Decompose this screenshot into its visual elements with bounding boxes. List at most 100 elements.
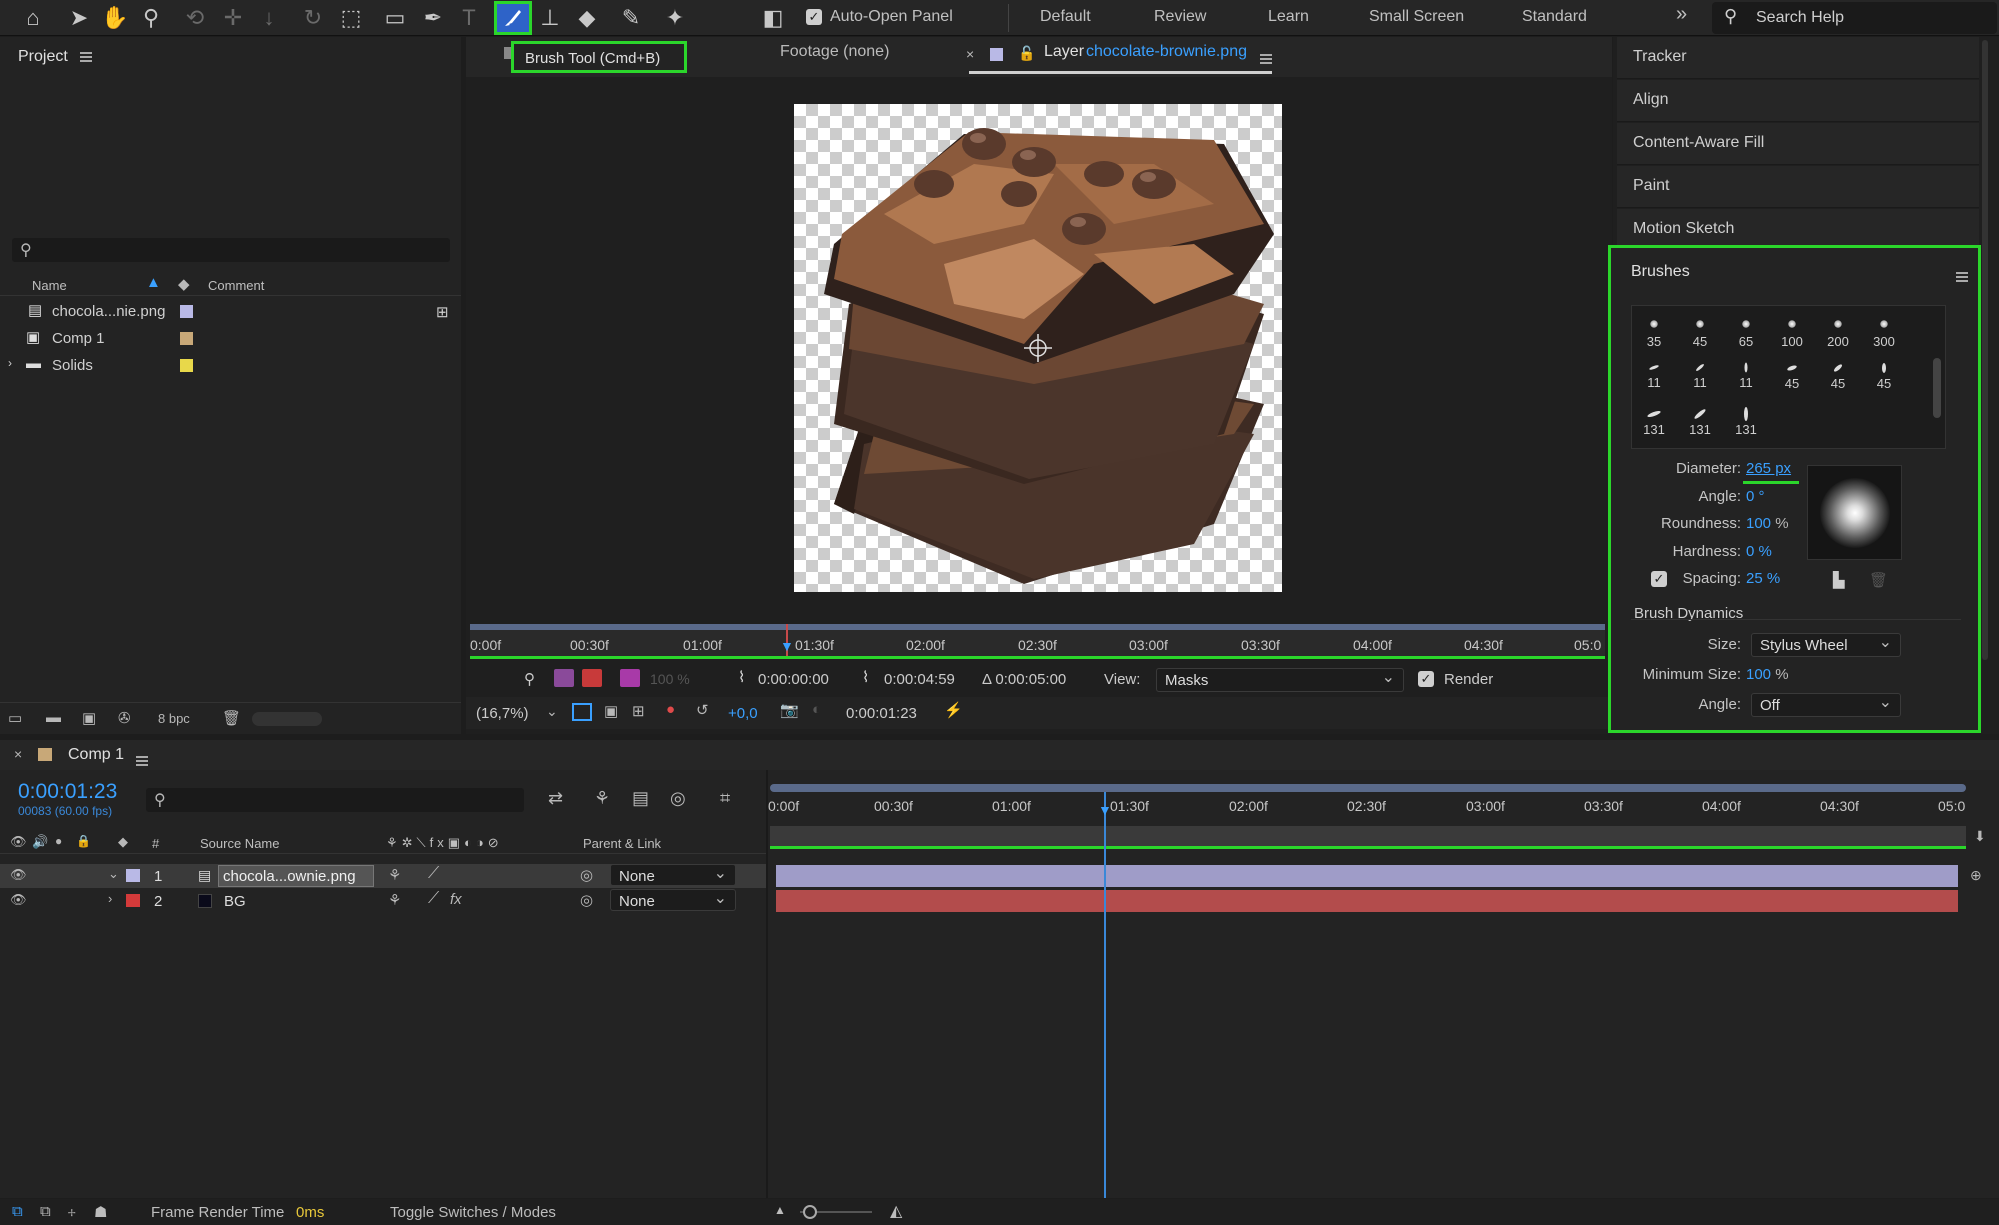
brush-tip[interactable]: 200 [1818,320,1858,349]
set-in-point-icon[interactable]: ⌇ [738,668,745,686]
layer-canvas[interactable] [794,104,1282,592]
timeline-current-time[interactable]: 0:00:01:23 [18,780,117,804]
brush-tool-icon[interactable] [494,1,532,35]
new-brush-icon[interactable]: ▙ [1833,571,1845,589]
paint-color-swatch[interactable] [620,669,640,687]
project-search-input[interactable]: ⚲ [12,238,450,262]
auto-open-panel-icon[interactable]: ◧ [758,3,788,33]
workspaces-overflow-icon[interactable]: » [1676,3,1687,26]
video-visibility-icon[interactable]: 👁 [10,834,27,850]
layer-duration-bar[interactable] [776,865,1958,887]
brush-tip[interactable]: 11 [1680,363,1720,390]
workspace-standard[interactable]: Standard [1522,8,1587,26]
home-icon[interactable]: ⌂ [18,3,48,33]
min-size-field[interactable]: 100 % [1746,666,1789,683]
playhead-icon[interactable]: ▼ [1098,802,1112,818]
lock-icon[interactable]: 🔓 [1018,45,1035,62]
brush-tip-scrollbar[interactable] [1933,358,1941,418]
reset-exposure-icon[interactable]: ↺ [696,701,709,719]
show-snapshot-icon[interactable]: ◐ [812,701,821,718]
pan-tool-icon[interactable]: ✛ [218,3,248,33]
layer-tab-prefix[interactable]: Layer [1044,43,1084,61]
rectangle-tool-icon[interactable]: ▭ [380,3,410,33]
type-tool-icon[interactable]: T [454,3,484,33]
workspace-small-screen[interactable]: Small Screen [1369,8,1464,26]
brush-tip-selector[interactable]: 35 45 65 100 200 300 11 11 11 45 45 45 1… [1631,305,1946,449]
right-panel-scrollbar[interactable] [1982,40,1988,660]
sort-ascending-icon[interactable]: ▲ [146,274,161,291]
content-aware-fill-panel[interactable]: Content-Aware Fill [1617,123,1979,165]
magnification-dropdown[interactable]: (16,7%) [476,705,529,722]
in-out-panes-icon[interactable]: ⧾ [68,1203,76,1220]
pan-behind-tool-icon[interactable]: ⬚ [336,3,366,33]
parent-dropdown[interactable]: None [610,863,736,886]
work-area-bar[interactable] [770,826,1966,846]
new-folder-icon[interactable]: ▬ [46,709,61,726]
set-out-point-icon[interactable]: ⌇ [862,668,869,686]
resolution-icon[interactable] [572,703,592,721]
layer-label-color[interactable] [126,894,140,907]
label-color-swatch[interactable] [180,305,193,318]
flowchart-icon[interactable]: ⊞ [436,303,449,321]
diameter-value[interactable]: 265 px [1746,460,1791,477]
layer-row[interactable]: 👁 ⌄ 1 ▤ chocola...ownie.png ⚘ ⟋ ◎ None [0,863,768,888]
brush-tip[interactable]: 11 [1726,362,1766,390]
trash-icon[interactable]: 🗑 [222,709,241,727]
column-comment[interactable]: Comment [208,278,264,293]
hardness-value[interactable]: 0 % [1746,543,1772,560]
roundness-field[interactable]: 100 % [1746,515,1789,532]
column-name[interactable]: Name [32,278,67,293]
tracker-panel[interactable]: Tracker [1617,37,1979,79]
brush-tip[interactable]: 131 [1634,409,1674,437]
comp-mini-flowchart-icon[interactable]: ⇄ [548,788,563,809]
opacity-value[interactable]: 100 % [650,671,690,687]
zoom-in-icon[interactable]: ◭ [890,1201,902,1221]
viewer-playhead-icon[interactable]: ▼ [780,638,794,654]
puppet-tool-icon[interactable]: ✦ [660,3,690,33]
selection-tool-icon[interactable]: ➤ [64,3,94,33]
brush-tip[interactable]: 100 [1772,320,1812,349]
shy-switch-icon[interactable]: ⚘ [388,866,401,884]
brush-tip[interactable]: 131 [1726,407,1766,437]
brush-tip[interactable]: 11 [1634,364,1674,390]
brush-tip[interactable]: 65 [1726,320,1766,349]
chevron-down-icon[interactable]: ⌄ [546,703,558,720]
roto-brush-tool-icon[interactable]: ✎ [616,3,646,33]
fast-previews-icon[interactable]: ⚡ [944,701,963,719]
visibility-eye-icon[interactable]: 👁 [10,867,27,883]
close-tab-icon[interactable]: × [966,46,974,62]
spacing-value[interactable]: 25 % [1746,570,1780,587]
expand-arrow-icon[interactable]: › [108,891,112,906]
viewer-menu-icon[interactable] [1260,50,1272,67]
label-tag-icon[interactable]: ◆ [118,834,128,850]
toggle-switches-modes[interactable]: Toggle Switches / Modes [390,1204,556,1221]
workspace-default[interactable]: Default [1040,8,1091,26]
label-tag-icon[interactable]: ◆ [178,275,190,293]
timeline-search-input[interactable]: ⚲ [146,788,524,812]
brush-tip[interactable]: 45 [1818,363,1858,391]
layer-name[interactable]: BG [224,893,246,910]
angle-value[interactable]: 0 ° [1746,488,1765,505]
pickwhip-icon[interactable]: ◎ [580,891,593,909]
zoom-tool-icon[interactable]: ⚲ [136,3,166,33]
dyn-size-dropdown[interactable]: Stylus Wheel [1751,632,1901,657]
layer-duration-bar[interactable] [776,890,1958,912]
bit-depth-label[interactable]: 8 bpc [158,711,190,726]
search-help-field[interactable]: ⚲ Search Help [1712,2,1997,34]
shy-layers-icon[interactable]: ⚘ [594,788,610,809]
layer-row[interactable]: 👁 › 2 BG ⚘ ⟋ fx ◎ None [0,888,768,913]
dyn-angle-dropdown[interactable]: Off [1751,692,1901,717]
layer-name[interactable]: chocola...ownie.png [218,865,374,887]
layer-switches-icon[interactable]: ⧉ [12,1203,23,1220]
time-navigator[interactable] [770,784,1966,792]
viewer-current-time[interactable]: 0:00:01:23 [846,705,917,722]
keyframe-navigator-icon[interactable]: ⊕ [1970,867,1982,884]
collapse-arrow-icon[interactable]: ⌄ [108,866,119,882]
dolly-tool-icon[interactable]: ↓ [254,3,284,33]
brush-tip[interactable]: 45 [1864,363,1904,391]
paint-panel[interactable]: Paint [1617,166,1979,208]
brush-tip[interactable]: 35 [1634,320,1674,349]
brush-tip[interactable]: 45 [1772,364,1812,391]
rotate-tool-icon[interactable]: ↻ [298,3,328,33]
lock-icon[interactable]: 🔒 [76,834,91,848]
